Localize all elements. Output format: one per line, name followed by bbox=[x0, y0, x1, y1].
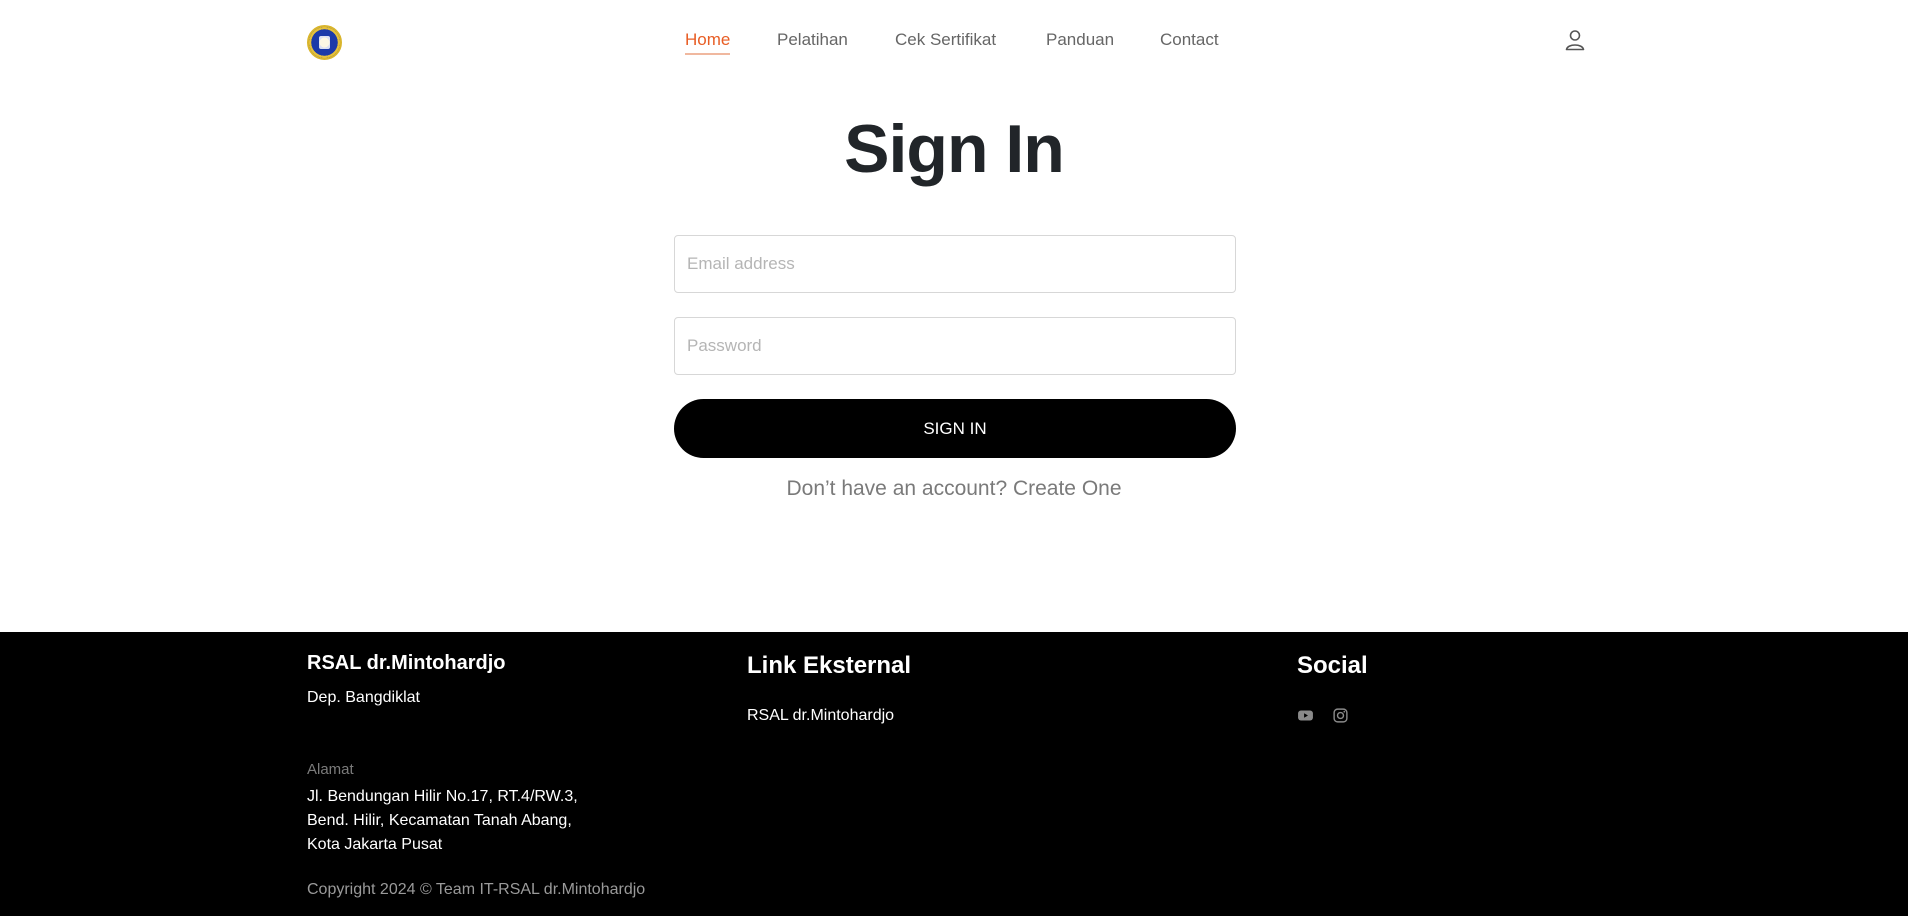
main-nav: Home Pelatihan Cek Sertifikat Panduan Co… bbox=[0, 30, 1908, 56]
youtube-icon[interactable] bbox=[1297, 707, 1314, 724]
site-header: Home Pelatihan Cek Sertifikat Panduan Co… bbox=[0, 0, 1908, 84]
site-footer: RSAL dr.Mintohardjo Dep. Bangdiklat Alam… bbox=[0, 632, 1908, 916]
footer-brand: RSAL dr.Mintohardjo bbox=[307, 652, 506, 674]
footer-department: Dep. Bangdiklat bbox=[307, 689, 420, 706]
create-account-link[interactable]: Don’t have an account? Create One bbox=[0, 477, 1908, 501]
nav-item-contact[interactable]: Contact bbox=[1160, 30, 1219, 50]
nav-item-pelatihan[interactable]: Pelatihan bbox=[777, 30, 848, 50]
password-field[interactable] bbox=[674, 317, 1236, 375]
instagram-icon[interactable] bbox=[1332, 707, 1349, 724]
address-label: Alamat bbox=[307, 761, 354, 778]
social-heading: Social bbox=[1297, 652, 1368, 679]
copyright-text: Copyright 2024 © Team IT-RSAL dr.Mintoha… bbox=[307, 881, 646, 898]
nav-item-cek-sertifikat[interactable]: Cek Sertifikat bbox=[895, 30, 996, 50]
external-links-heading: Link Eksternal bbox=[747, 652, 912, 679]
address-block: Jl. Bendungan Hilir No.17, RT.4/RW.3, Be… bbox=[307, 785, 578, 857]
nav-item-home[interactable]: Home bbox=[685, 30, 731, 55]
address-line: Jl. Bendungan Hilir No.17, RT.4/RW.3, bbox=[307, 788, 578, 805]
sign-in-button[interactable]: SIGN IN bbox=[674, 399, 1236, 458]
nav-item-panduan[interactable]: Panduan bbox=[1046, 30, 1114, 50]
address-line: Kota Jakarta Pusat bbox=[307, 836, 443, 853]
nav-item-label: Home bbox=[685, 30, 731, 49]
email-field[interactable] bbox=[674, 235, 1236, 293]
person-icon[interactable] bbox=[1563, 28, 1587, 52]
page-title: Sign In bbox=[844, 111, 1065, 187]
external-link-rsal[interactable]: RSAL dr.Mintohardjo bbox=[747, 707, 894, 725]
address-line: Bend. Hilir, Kecamatan Tanah Abang, bbox=[307, 812, 572, 829]
active-underline bbox=[685, 53, 731, 55]
